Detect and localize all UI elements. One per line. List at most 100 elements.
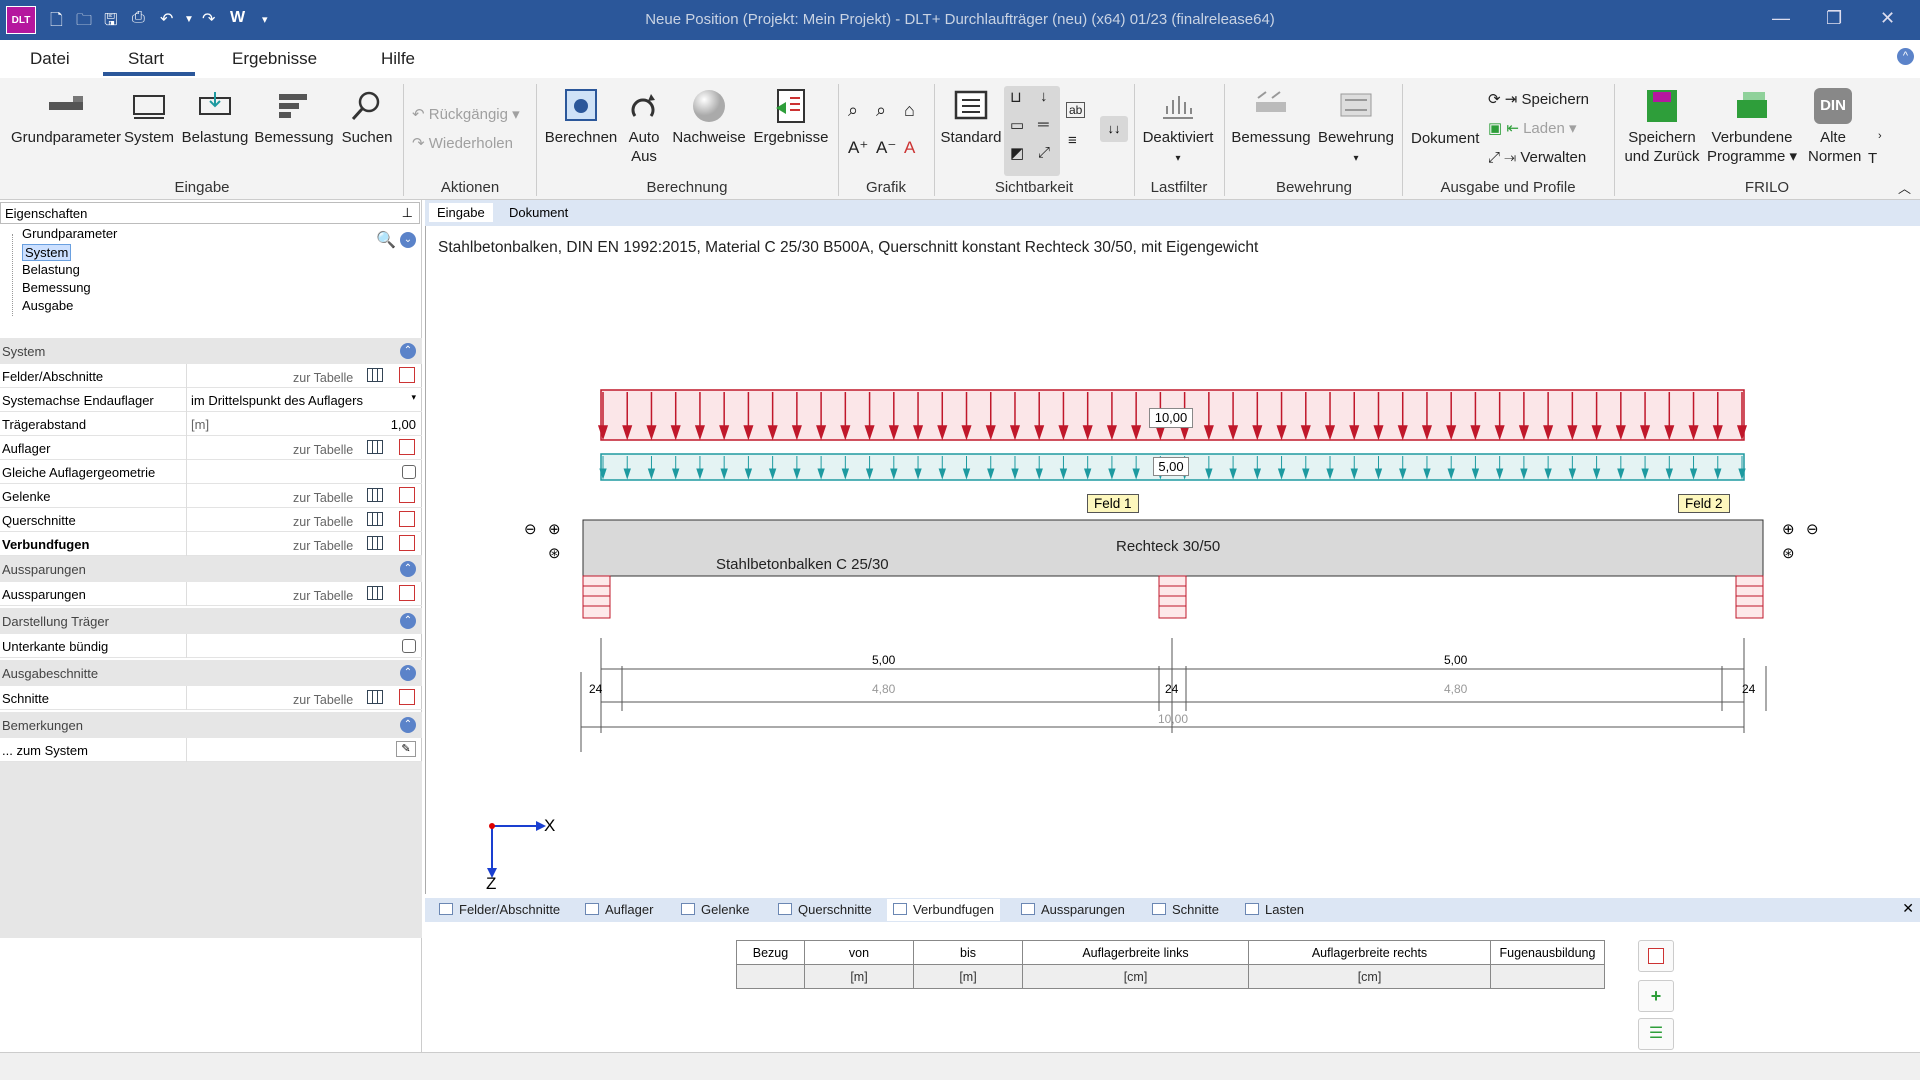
btab-schnitte[interactable]: Schnitte xyxy=(1152,902,1219,917)
expand-icon[interactable]: ⌄ xyxy=(400,232,416,248)
toggle-sections-icon[interactable]: ▭ xyxy=(1010,116,1024,134)
section-ausgabeschnitte[interactable]: Ausgabeschnitte ⌃ xyxy=(0,660,422,686)
support-middle[interactable] xyxy=(1158,575,1187,619)
live-load-value[interactable]: 10,00 xyxy=(1149,408,1193,428)
btab-aussparungen[interactable]: Aussparungen xyxy=(1021,902,1125,917)
auto-aus-button[interactable]: Auto Aus xyxy=(624,88,664,166)
standard-button[interactable]: Standard xyxy=(940,88,1002,147)
toggle-text-icon[interactable]: ≡ xyxy=(1068,132,1077,149)
edit-icon[interactable] xyxy=(399,511,415,527)
profile-laden-button[interactable]: ▣ ⇤ Laden ▾ xyxy=(1488,119,1577,137)
support-options-right-icon[interactable]: ⊛ xyxy=(1782,544,1795,562)
section-system[interactable]: System ⌃ xyxy=(0,338,422,364)
tree-item-bemessung[interactable]: Bemessung xyxy=(22,280,91,295)
btab-querschnitte[interactable]: Querschnitte xyxy=(778,902,872,917)
material-label[interactable]: Stahlbetonbalken C 25/30 xyxy=(716,556,889,573)
feld-1-label[interactable]: Feld 1 xyxy=(1087,494,1139,513)
zur-tabelle-link[interactable]: zur Tabelle xyxy=(293,589,353,603)
section-darstellung[interactable]: Darstellung Träger ⌃ xyxy=(0,608,422,634)
toggle-cross-section-icon[interactable]: ◩ xyxy=(1010,144,1024,162)
systemachse-select[interactable]: im Drittelspunkt des Auflagers ▾ xyxy=(186,388,422,412)
ribbon-scroll-right-icon[interactable]: › xyxy=(1878,130,1882,142)
profile-verwalten-button[interactable]: ⤢ ⇥ Verwalten xyxy=(1488,149,1586,166)
grundparameter-button[interactable]: Grundparameter xyxy=(8,88,124,147)
tab-datei[interactable]: Datei xyxy=(30,49,70,69)
font-larger-icon[interactable]: A⁺ xyxy=(848,138,868,158)
tree-item-ausgabe[interactable]: Ausgabe xyxy=(22,298,73,313)
support-options-left-icon[interactable]: ⊛ xyxy=(548,544,561,562)
support-left[interactable] xyxy=(582,575,611,619)
home-view-icon[interactable]: ⌂ xyxy=(904,100,915,121)
nachweise-button[interactable]: Nachweise xyxy=(670,88,748,147)
section-bemerkungen[interactable]: Bemerkungen ⌃ xyxy=(0,712,422,738)
tab-hilfe[interactable]: Hilfe xyxy=(381,49,415,69)
add-span-left-icon[interactable]: ⊖ xyxy=(524,520,537,538)
speichern-zurueck-button[interactable]: Speichern und Zurück xyxy=(1618,88,1706,166)
zur-tabelle-link[interactable]: zur Tabelle xyxy=(293,693,353,707)
zur-tabelle-link[interactable]: zur Tabelle xyxy=(293,443,353,457)
btab-auflager[interactable]: Auflager xyxy=(585,902,653,917)
note-edit-icon[interactable]: ✎ xyxy=(396,741,416,757)
btab-gelenke[interactable]: Gelenke xyxy=(681,902,749,917)
btab-felder[interactable]: Felder/Abschnitte xyxy=(439,902,560,917)
table-icon[interactable] xyxy=(367,368,383,382)
font-smaller-icon[interactable]: A⁻ xyxy=(876,138,896,158)
collapse-section-icon[interactable]: ⌃ xyxy=(400,561,416,577)
edit-icon[interactable] xyxy=(399,585,415,601)
section-label[interactable]: Rechteck 30/50 xyxy=(1116,538,1220,555)
close-table-icon[interactable]: ✕ xyxy=(1902,900,1914,917)
table-icon[interactable] xyxy=(367,488,383,502)
pin-icon[interactable]: ⊥ xyxy=(402,205,413,221)
restore-icon[interactable]: ❐ xyxy=(1826,8,1842,29)
ergebnisse-button[interactable]: Ergebnisse xyxy=(752,88,830,147)
toggle-supports-icon[interactable]: ⊔ xyxy=(1010,88,1022,106)
toggle-loads-icon[interactable]: ↓ xyxy=(1040,88,1048,105)
font-color-icon[interactable]: A xyxy=(904,138,915,158)
collapse-ribbon-icon[interactable]: ︿ xyxy=(1898,178,1911,197)
table-icon[interactable] xyxy=(367,440,383,454)
zur-tabelle-link[interactable]: zur Tabelle xyxy=(293,491,353,505)
add-row-button[interactable]: + xyxy=(1638,980,1674,1012)
tab-ergebnisse[interactable]: Ergebnisse xyxy=(232,49,317,69)
close-icon[interactable]: ✕ xyxy=(1880,8,1895,29)
edit-icon[interactable] xyxy=(399,535,415,551)
feld-2-label[interactable]: Feld 2 xyxy=(1678,494,1730,513)
btab-lasten[interactable]: Lasten xyxy=(1245,902,1304,917)
insert-row-button[interactable]: ☰ xyxy=(1638,1018,1674,1050)
zur-tabelle-link[interactable]: zur Tabelle xyxy=(293,371,353,385)
unterkante-checkbox[interactable] xyxy=(402,639,416,653)
bewehrung-bemessung-button[interactable]: Bemessung xyxy=(1228,88,1314,147)
traegerabstand-input[interactable]: [m] 1,00 xyxy=(186,412,422,436)
collapse-section-icon[interactable]: ⌃ xyxy=(400,343,416,359)
table-icon[interactable] xyxy=(367,690,383,704)
alte-normen-button[interactable]: DIN Alte Normen xyxy=(1808,88,1861,166)
support-right[interactable] xyxy=(1735,575,1764,619)
wiederholen-button[interactable]: ↷ Wiederholen xyxy=(412,134,513,152)
table-edit-button[interactable] xyxy=(1638,940,1674,972)
gleiche-checkbox[interactable] xyxy=(402,465,416,479)
toggle-dimensions-icon[interactable]: ═ xyxy=(1038,116,1049,133)
table-icon[interactable] xyxy=(367,586,383,600)
tab-eingabe[interactable]: Eingabe xyxy=(429,203,493,222)
belastung-button[interactable]: Belastung xyxy=(180,88,250,147)
system-button[interactable]: System xyxy=(122,88,176,147)
toggle-spacing-icon[interactable]: ↓↓ xyxy=(1100,116,1128,142)
table-icon[interactable] xyxy=(367,512,383,526)
zoom-icon[interactable]: ⌕ xyxy=(848,100,858,121)
edit-icon[interactable] xyxy=(399,689,415,705)
bewehrung-button[interactable]: Bewehrung ▾ xyxy=(1316,88,1396,168)
edit-icon[interactable] xyxy=(399,487,415,503)
chevron-down-icon[interactable]: ▾ xyxy=(411,392,416,403)
zur-tabelle-link[interactable]: zur Tabelle xyxy=(293,539,353,553)
minimize-icon[interactable]: — xyxy=(1772,8,1790,29)
section-aussparungen[interactable]: Aussparungen ⌃ xyxy=(0,556,422,582)
insert-left-icon[interactable]: ⊕ xyxy=(548,520,561,538)
collapse-section-icon[interactable]: ⌃ xyxy=(400,613,416,629)
toggle-axes-icon[interactable]: ⤢ xyxy=(1038,144,1050,161)
graphic-canvas[interactable]: Stahlbetonbalken, DIN EN 1992:2015, Mate… xyxy=(425,226,1920,894)
tree-item-belastung[interactable]: Belastung xyxy=(22,262,80,277)
bemessung-button[interactable]: Bemessung xyxy=(252,88,336,147)
deaktiviert-button[interactable]: Deaktiviert ▾ xyxy=(1138,88,1218,168)
tab-start[interactable]: Start xyxy=(128,49,164,69)
more-t-button[interactable]: T xyxy=(1868,150,1877,167)
